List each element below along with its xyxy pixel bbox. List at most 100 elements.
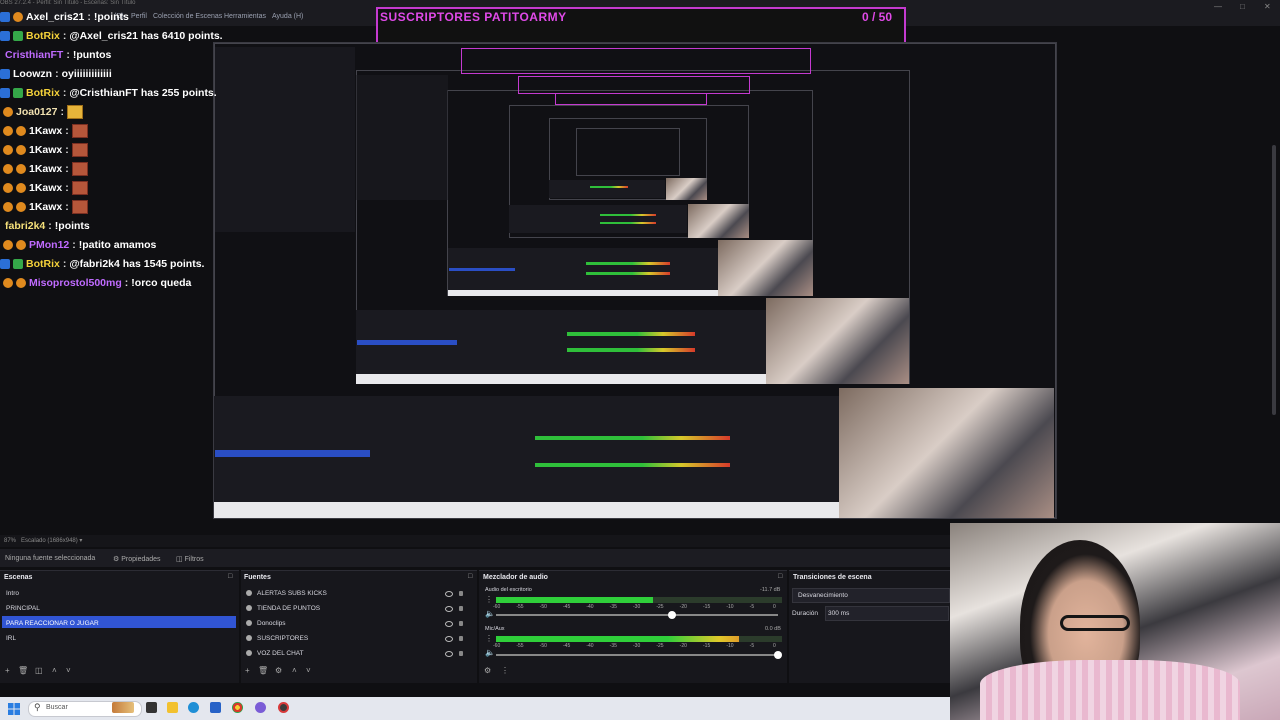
source-item-suscriptores[interactable]: SUSCRIPTORES (257, 635, 308, 642)
source-item-alertas[interactable]: ALERTAS SUBS KICKS (257, 590, 327, 597)
duration-label: Duración (792, 610, 819, 617)
visibility-eye-icon[interactable] (445, 621, 453, 627)
meter-tick-label: -60 (493, 604, 501, 610)
chat-message: 1Kawx: (0, 122, 88, 140)
nested-meter-1b (535, 463, 730, 467)
move-down-icon[interactable]: ˅ (306, 666, 311, 675)
task-view-icon[interactable] (146, 702, 157, 713)
properties-button[interactable]: ⚙ Propiedades (113, 555, 161, 563)
channel-menu-icon[interactable]: ⋮ (485, 634, 493, 643)
store-icon[interactable] (210, 702, 221, 713)
edge-icon[interactable] (188, 702, 199, 713)
channel-db: 0.0 dB (765, 626, 781, 632)
move-up-icon[interactable]: ˄ (52, 666, 57, 675)
chat-message: 1Kawx: (0, 160, 88, 178)
dock-undock-icon[interactable]: □ (468, 573, 472, 580)
close-icon[interactable]: ✕ (1264, 2, 1271, 11)
source-item-tienda[interactable]: TIENDA DE PUNTOS (257, 605, 320, 612)
taskbar (0, 697, 950, 720)
source-item-voz-chat[interactable]: VOZ DEL CHAT (257, 650, 304, 657)
volume-slider-mic[interactable] (496, 654, 778, 656)
meter-tick-label: -55 (516, 604, 524, 610)
meter-tick-label: -55 (516, 643, 524, 649)
lock-icon[interactable] (459, 636, 463, 641)
transition-select[interactable]: Desvanecimiento (792, 588, 950, 603)
meter-tick-label: -5 (749, 643, 755, 649)
maximize-icon[interactable]: □ (1240, 2, 1245, 11)
badge-icon (3, 145, 13, 155)
preview-nested-level-6 (576, 128, 680, 176)
lock-icon[interactable] (459, 621, 463, 626)
chat-message: BotRix: @Axel_cris21 has 6410 points. (0, 27, 223, 45)
minimize-icon[interactable]: — (1214, 2, 1222, 11)
nested-taskbar-3 (448, 290, 718, 296)
obs-icon[interactable] (278, 702, 289, 713)
scene-item-intro[interactable]: Intro (6, 590, 19, 597)
nested-subs-bar-2 (518, 76, 750, 94)
lock-icon[interactable] (459, 606, 463, 611)
meter-tick-label: -25 (656, 643, 664, 649)
remove-source-icon[interactable]: 🗑 (258, 666, 268, 675)
duration-input[interactable]: 300 ms (825, 606, 949, 621)
dock-undock-icon[interactable]: □ (228, 573, 232, 580)
scene-filters-icon[interactable]: ◫ (35, 666, 43, 675)
scene-item-principal[interactable]: PRINCIPAL (6, 605, 40, 612)
move-up-icon[interactable]: ˄ (292, 666, 297, 675)
lock-icon[interactable] (459, 591, 463, 596)
meter-tick-label: -45 (563, 643, 571, 649)
move-down-icon[interactable]: ˅ (66, 666, 71, 675)
meter-tick-label: -20 (679, 643, 687, 649)
channel-menu-icon[interactable]: ⋮ (485, 595, 493, 604)
chat-username: CristhianFT (5, 49, 64, 61)
discord-icon[interactable] (255, 702, 266, 713)
speaker-icon[interactable]: 🔈 (485, 609, 495, 618)
volume-slider-handle[interactable] (774, 651, 782, 659)
windows-start-icon[interactable] (8, 702, 20, 715)
dock-undock-icon[interactable]: □ (778, 573, 782, 580)
add-scene-icon[interactable]: + (5, 666, 10, 675)
visibility-eye-icon[interactable] (445, 651, 453, 657)
badge-icon (0, 31, 10, 41)
source-settings-icon[interactable]: ⚙ (275, 666, 282, 675)
source-type-icon (246, 635, 252, 641)
chat-username: 1Kawx (29, 163, 63, 175)
chat-username: BotRix (26, 87, 60, 99)
volume-slider-desktop[interactable] (496, 614, 778, 616)
source-type-icon (246, 620, 252, 626)
visibility-eye-icon[interactable] (445, 636, 453, 642)
chat-username: PMon12 (29, 239, 70, 251)
remove-scene-icon[interactable]: 🗑 (18, 666, 28, 675)
scene-item-irl[interactable]: IRL (6, 635, 16, 642)
chat-username: 1Kawx (29, 182, 63, 194)
add-source-icon[interactable]: + (245, 666, 250, 675)
nested-webcam-4 (688, 204, 749, 238)
mixer-menu-icon[interactable]: ⋮ (501, 666, 509, 675)
file-explorer-icon[interactable] (167, 702, 178, 713)
visibility-eye-icon[interactable] (445, 606, 453, 612)
chat-message: Axel_cris21: !points (0, 8, 129, 26)
filters-button[interactable]: ◫ Filtros (176, 555, 204, 563)
face-emote-icon (71, 124, 88, 138)
preview-scrollbar[interactable] (1272, 145, 1276, 415)
volume-slider-handle[interactable] (668, 611, 676, 619)
sources-title: Fuentes (244, 574, 271, 581)
search-highlight-icon[interactable] (112, 702, 134, 713)
visibility-eye-icon[interactable] (445, 591, 453, 597)
chat-message: fabri2k4: !points (5, 220, 90, 232)
volume-meter-fill (496, 636, 740, 642)
nested-webcam-5 (666, 178, 707, 200)
face-emote-icon (71, 181, 88, 195)
zoom-status[interactable]: 87% Escalado (1686x948) ▾ (4, 537, 82, 544)
chat-text: !puntos (72, 49, 112, 61)
speaker-icon[interactable]: 🔈 (485, 648, 495, 657)
scene-item-reaccionar[interactable]: PARA REACCIONAR O JUGAR (6, 620, 99, 627)
meter-tick-label: -10 (726, 604, 734, 610)
meter-tick-label: -15 (703, 643, 711, 649)
lock-icon[interactable] (459, 651, 463, 656)
chrome-icon[interactable] (232, 702, 243, 713)
mixer-settings-icon[interactable]: ⚙ (484, 666, 491, 675)
nested-meter-1a (535, 436, 730, 440)
chat-text: !points (54, 220, 90, 232)
nested-subs-bar-1 (461, 48, 811, 74)
source-item-donoclips[interactable]: Donoclips (257, 620, 286, 627)
